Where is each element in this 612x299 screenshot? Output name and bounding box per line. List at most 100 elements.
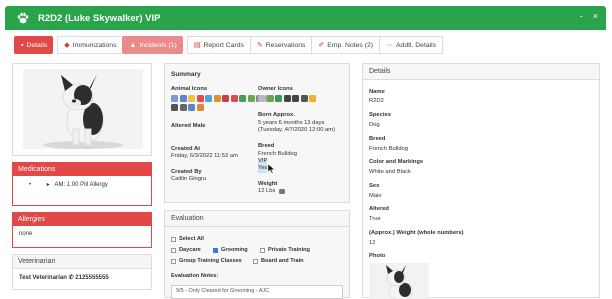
veterinarian-phone[interactable]: 2125555555 xyxy=(75,275,108,281)
checkbox-label: Daycare xyxy=(179,247,201,253)
photo-label: Photo xyxy=(369,253,386,259)
created-by-label: Created By xyxy=(171,169,202,175)
breed-yes: Yes xyxy=(258,165,268,173)
medications-title: Medications xyxy=(13,163,151,176)
checkbox-box[interactable] xyxy=(260,247,265,253)
checkbox-label: Board and Train xyxy=(261,258,304,264)
weight-label: Weight xyxy=(258,181,278,187)
select-all-checkbox[interactable]: Select All xyxy=(171,236,204,242)
image-icon xyxy=(205,95,212,102)
checkbox-box[interactable] xyxy=(253,258,258,264)
checkbox-box[interactable] xyxy=(171,247,176,253)
scissors-icon xyxy=(171,95,178,102)
breed-label: Breed xyxy=(258,143,275,149)
veterinarian-title: Veterinarian xyxy=(13,255,151,269)
checkbox-box[interactable] xyxy=(171,236,176,242)
pet-profile-modal: R2D2 (Luke Skywalker) VIP - × ▪ Details ◆… xyxy=(0,0,612,299)
tab-reservations[interactable]: ✎ Reservations xyxy=(249,36,312,54)
altered-value: True xyxy=(369,216,381,222)
tab-addtl-details[interactable]: ··· Addtl. Details xyxy=(379,36,444,54)
window-title: R2D2 (Luke Skywalker) VIP xyxy=(38,12,161,24)
more-icon: ··· xyxy=(386,41,393,49)
close-button[interactable]: × xyxy=(593,11,598,21)
born-label: Born Approx. xyxy=(258,112,295,118)
tab-label: Addtl. Details xyxy=(396,41,437,49)
minimize-button[interactable]: - xyxy=(580,11,583,21)
pet-photo-card xyxy=(12,63,152,156)
tab-emp-notes[interactable]: ✐ Emp. Notes (2) xyxy=(311,36,379,54)
owner-icons-row xyxy=(258,95,316,102)
grooming-checkbox[interactable]: Grooming xyxy=(213,247,248,253)
species-label: Species xyxy=(369,112,391,118)
tab-label: Emp. Notes (2) xyxy=(327,41,373,49)
mouse-cursor-icon xyxy=(268,164,276,174)
animal-icons-row xyxy=(171,95,272,102)
warning-icon: ▲ xyxy=(129,41,137,49)
color-label: Color and Markings xyxy=(369,159,424,165)
allergies-value: none xyxy=(19,231,33,237)
born-date: (Tuesday, 4/7/2020 12:00 am) xyxy=(258,127,336,133)
checkbox-label: Private Training xyxy=(268,247,310,253)
private-training-checkbox[interactable]: Private Training xyxy=(260,247,310,253)
board-and-train-checkbox[interactable]: Board and Train xyxy=(253,258,304,264)
name-value: R2D2 xyxy=(369,98,384,104)
pet-photo[interactable] xyxy=(23,69,143,149)
tab-details[interactable]: ▪ Details xyxy=(14,36,54,54)
veterinarian-name: Test Veterinarian xyxy=(19,275,67,281)
shield-icon: ◆ xyxy=(64,42,70,49)
tab-label: Incidents (1) xyxy=(139,41,177,49)
daycare-checkbox[interactable]: Daycare xyxy=(171,247,201,253)
tab-bar: ▪ Details ◆ Immunizations ▲ Incidents (1) ▤… xyxy=(14,36,444,54)
details-pet-photo[interactable] xyxy=(369,263,429,299)
created-at-value: Friday, 6/3/2022 11:53 am xyxy=(171,153,238,159)
medication-item: AM: 1.00 Pill Allergy xyxy=(54,182,108,188)
tab-label: Report Cards xyxy=(203,41,244,49)
animal-icons-row-2 xyxy=(171,104,204,111)
bullet-icon: • xyxy=(29,182,32,188)
tab-report-cards[interactable]: ▤ Report Cards xyxy=(186,36,250,54)
scale-icon xyxy=(279,189,285,194)
tab-label: Immunizations xyxy=(72,41,117,49)
expand-arrow-icon[interactable]: ▸ xyxy=(47,182,50,188)
pencil-icon: ✐ xyxy=(318,42,325,49)
details-title: Details xyxy=(363,64,599,80)
created-by-value: Caitlin Gingru xyxy=(171,176,207,182)
owner-icons-label: Owner Icons xyxy=(258,86,293,92)
breed-value: French Bulldog xyxy=(369,146,408,152)
sex-value: Male xyxy=(369,193,382,199)
card-icon xyxy=(283,95,291,102)
left-column: Medications • ▸ AM: 1.00 Pill Allergy Al… xyxy=(12,63,152,290)
group-training-checkbox[interactable]: Group Training Classes xyxy=(171,258,242,264)
tab-incidents[interactable]: ▲ Incidents (1) xyxy=(122,36,183,54)
tab-immunizations[interactable]: ◆ Immunizations xyxy=(57,36,123,54)
leaf-icon xyxy=(266,95,274,102)
dollar-icon xyxy=(275,95,282,102)
evaluation-notes-field[interactable]: 9/5 - Only Cleared for Grooming - AJC xyxy=(171,285,343,299)
bone-icon xyxy=(196,104,204,111)
edit-icon: ✎ xyxy=(256,42,263,49)
breed-label: Breed xyxy=(369,136,386,142)
evaluation-panel: Evaluation Select All Daycare Grooming P… xyxy=(164,210,350,299)
animal-icons-label: Animal Icons xyxy=(171,86,208,92)
pill-icon xyxy=(230,95,238,102)
veterinarian-panel: Veterinarian Test Veterinarian ✆ 2125555… xyxy=(12,254,152,290)
created-at-label: Created At xyxy=(171,146,201,152)
star-icon xyxy=(188,95,195,102)
allergies-title: Allergies xyxy=(13,213,151,226)
tab-label: Details xyxy=(26,41,48,49)
id-icon xyxy=(171,104,178,111)
tab-label: Reservations xyxy=(265,41,306,49)
food-icon xyxy=(213,95,221,102)
weight-value: 12 xyxy=(369,240,376,246)
allergies-panel: Allergies none xyxy=(12,212,152,248)
checkbox-label: Group Training Classes xyxy=(179,258,242,264)
title-bar: R2D2 (Luke Skywalker) VIP - × xyxy=(5,6,606,30)
sex-label: Sex xyxy=(369,183,380,189)
flag-icon xyxy=(179,95,187,102)
checkbox-label: Select All xyxy=(179,236,204,242)
paw-badge-icon xyxy=(239,95,246,102)
calendar-icon xyxy=(179,104,187,111)
checkbox-box[interactable] xyxy=(171,258,176,264)
checkbox-box[interactable] xyxy=(213,247,218,253)
fork-knife-icon xyxy=(196,95,204,102)
